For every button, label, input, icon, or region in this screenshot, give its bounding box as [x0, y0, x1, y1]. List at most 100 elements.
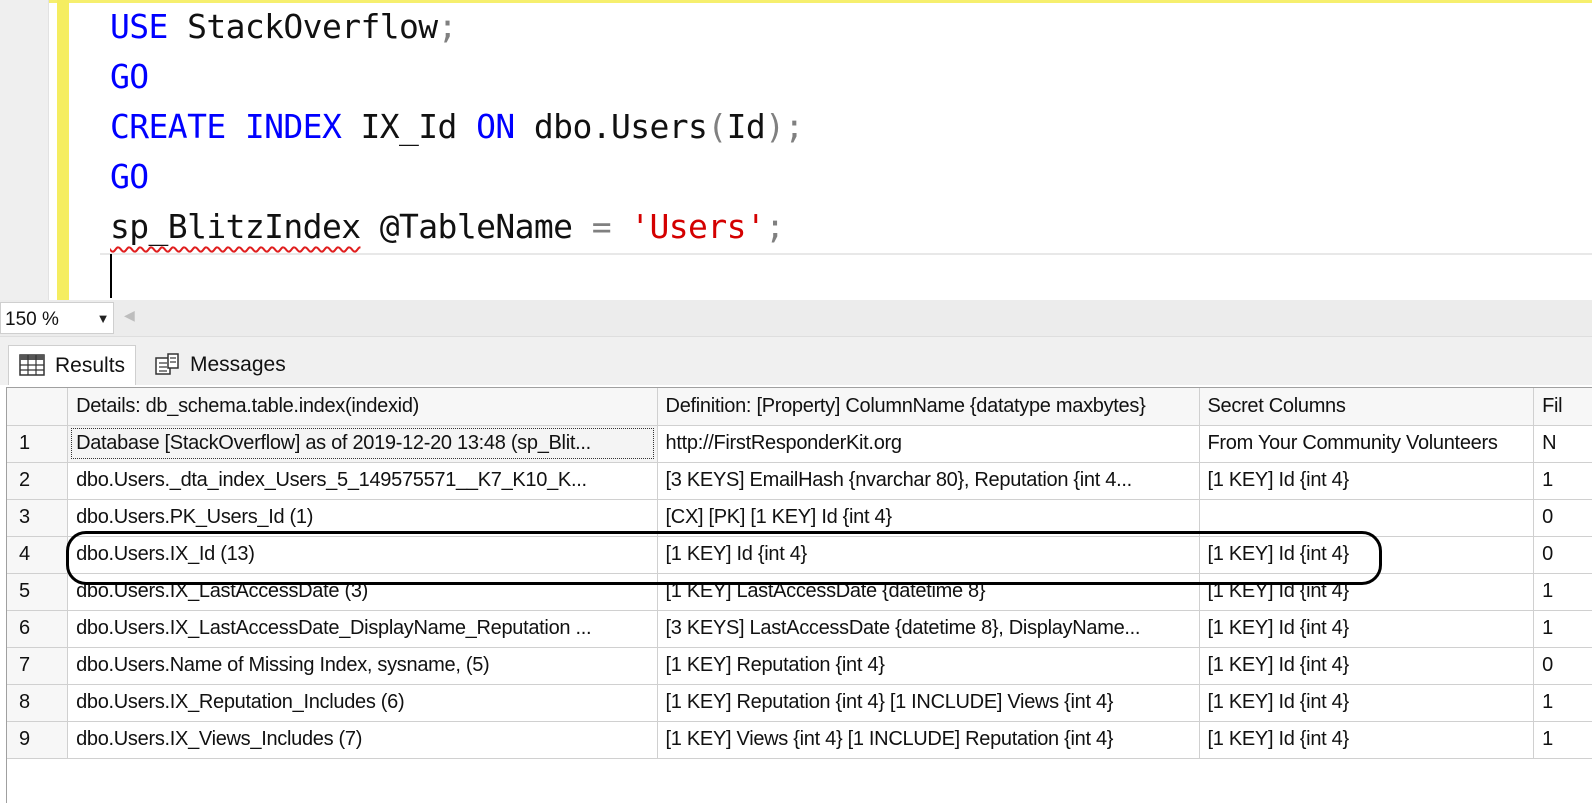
- keyword-index: INDEX: [225, 107, 342, 146]
- column-header-details[interactable]: Details: db_schema.table.index(indexid): [67, 388, 658, 426]
- query-editor[interactable]: USE StackOverflow; GO CREATE INDEX IX_Id…: [0, 0, 1592, 300]
- row-number[interactable]: 9: [7, 721, 69, 759]
- keyword-use: USE: [110, 7, 168, 46]
- cell-secret-columns[interactable]: [1 KEY] Id {int 4}: [1199, 721, 1535, 759]
- cell-definition[interactable]: [CX] [PK] [1 KEY] Id {int 4}: [657, 499, 1200, 537]
- cell-definition[interactable]: [3 KEYS] EmailHash {nvarchar 80}, Reputa…: [657, 462, 1200, 500]
- code-line-4[interactable]: GO: [110, 152, 149, 202]
- tab-results-label: Results: [55, 354, 126, 377]
- column-header-secret-columns[interactable]: Secret Columns: [1199, 388, 1535, 426]
- cell-fill-factor[interactable]: 1: [1533, 721, 1592, 759]
- code-line-5[interactable]: sp_BlitzIndex @TableName = 'Users';: [110, 202, 785, 252]
- cell-secret-columns[interactable]: [1 KEY] Id {int 4}: [1199, 536, 1535, 574]
- semicolon: ;: [765, 207, 785, 246]
- cell-details[interactable]: dbo.Users.IX_Views_Includes (7): [67, 721, 658, 759]
- code-line-2[interactable]: GO: [110, 52, 149, 102]
- cell-details[interactable]: dbo.Users.IX_Id (13): [67, 536, 658, 574]
- change-tracking-bar: [57, 0, 69, 300]
- results-tab-strip: Results Messages: [0, 337, 1592, 385]
- row-number[interactable]: 8: [7, 684, 69, 722]
- table-row[interactable]: 7 dbo.Users.Name of Missing Index, sysna…: [7, 647, 1592, 685]
- cell-definition[interactable]: [1 KEY] Views {int 4} [1 INCLUDE] Reputa…: [657, 721, 1200, 759]
- cell-fill-factor[interactable]: 0: [1533, 536, 1592, 574]
- cell-definition[interactable]: [1 KEY] Reputation {int 4} [1 INCLUDE] V…: [657, 684, 1200, 722]
- column-header-definition[interactable]: Definition: [Property] ColumnName {datat…: [657, 388, 1200, 426]
- table-row[interactable]: 5 dbo.Users.IX_LastAccessDate (3) [1 KEY…: [7, 573, 1592, 611]
- cell-details[interactable]: dbo.Users._dta_index_Users_5_149575571__…: [67, 462, 658, 500]
- table-row[interactable]: 4 dbo.Users.IX_Id (13) [1 KEY] Id {int 4…: [7, 536, 1592, 574]
- chevron-down-icon[interactable]: ▼: [93, 307, 113, 331]
- column-name: Id: [726, 107, 766, 146]
- equals-operator: =: [572, 207, 612, 246]
- table-row[interactable]: 2 dbo.Users._dta_index_Users_5_149575571…: [7, 462, 1592, 500]
- keyword-create: CREATE: [110, 107, 226, 146]
- cell-definition[interactable]: [1 KEY] Id {int 4}: [657, 536, 1200, 574]
- cell-fill-factor[interactable]: 1: [1533, 684, 1592, 722]
- code-line-1[interactable]: USE StackOverflow;: [110, 2, 457, 52]
- row-number[interactable]: 5: [7, 573, 69, 611]
- grid-icon: [19, 354, 45, 376]
- cell-definition[interactable]: http://FirstResponderKit.org: [657, 425, 1200, 463]
- keyword-go: GO: [110, 157, 149, 196]
- cell-secret-columns[interactable]: [1 KEY] Id {int 4}: [1199, 462, 1535, 500]
- row-number[interactable]: 7: [7, 647, 69, 685]
- header-row: Details: db_schema.table.index(indexid) …: [7, 388, 1592, 426]
- zoom-selector[interactable]: 150 % ▼: [0, 302, 114, 334]
- editor-gutter: [0, 0, 49, 300]
- row-number-header[interactable]: [7, 388, 69, 426]
- cell-fill-factor[interactable]: 0: [1533, 499, 1592, 537]
- cell-details[interactable]: dbo.Users.IX_LastAccessDate_DisplayName_…: [67, 610, 658, 648]
- code-line-3[interactable]: CREATE INDEX IX_Id ON dbo.Users(Id);: [110, 102, 804, 152]
- row-number[interactable]: 2: [7, 462, 69, 500]
- scroll-left-icon[interactable]: ◀: [124, 307, 135, 324]
- cell-secret-columns[interactable]: [1 KEY] Id {int 4}: [1199, 610, 1535, 648]
- column-header-fill-factor[interactable]: Fil: [1533, 388, 1592, 426]
- cell-secret-columns[interactable]: [1 KEY] Id {int 4}: [1199, 647, 1535, 685]
- row-number[interactable]: 1: [7, 425, 69, 463]
- cell-fill-factor[interactable]: 0: [1533, 647, 1592, 685]
- semicolon: ;: [437, 7, 458, 46]
- table-row[interactable]: 8 dbo.Users.IX_Reputation_Includes (6) […: [7, 684, 1592, 722]
- cell-details[interactable]: dbo.Users.IX_Reputation_Includes (6): [67, 684, 658, 722]
- results-table: Details: db_schema.table.index(indexid) …: [7, 388, 1592, 759]
- table-row[interactable]: 9 dbo.Users.IX_Views_Includes (7) [1 KEY…: [7, 721, 1592, 759]
- procedure-name: sp_BlitzIndex: [110, 207, 361, 246]
- cell-definition[interactable]: [1 KEY] Reputation {int 4}: [657, 647, 1200, 685]
- messages-icon: [155, 353, 179, 375]
- row-number[interactable]: 3: [7, 499, 69, 537]
- row-number[interactable]: 6: [7, 610, 69, 648]
- cell-fill-factor[interactable]: 1: [1533, 610, 1592, 648]
- editor-status-strip: 150 % ▼ ◀: [0, 300, 1592, 337]
- cell-details[interactable]: dbo.Users.IX_LastAccessDate (3): [67, 573, 658, 611]
- keyword-on: ON: [456, 107, 515, 146]
- cell-secret-columns[interactable]: From Your Community Volunteers: [1199, 425, 1535, 463]
- tab-messages-label: Messages: [190, 353, 286, 376]
- cell-fill-factor[interactable]: N: [1533, 425, 1592, 463]
- cell-secret-columns[interactable]: [1 KEY] Id {int 4}: [1199, 684, 1535, 722]
- cell-fill-factor[interactable]: 1: [1533, 462, 1592, 500]
- index-name: IX_Id: [341, 107, 457, 146]
- cell-definition[interactable]: [3 KEYS] LastAccessDate {datetime 8}, Di…: [657, 610, 1200, 648]
- text-caret: [110, 254, 112, 298]
- tab-results[interactable]: Results: [8, 345, 136, 385]
- row-number[interactable]: 4: [7, 536, 69, 574]
- cell-definition[interactable]: [1 KEY] LastAccessDate {datetime 8}: [657, 573, 1200, 611]
- tab-messages[interactable]: Messages: [144, 345, 294, 385]
- table-row[interactable]: 6 dbo.Users.IX_LastAccessDate_DisplayNam…: [7, 610, 1592, 648]
- keyword-go: GO: [110, 57, 149, 96]
- table-row[interactable]: 1 Database [StackOverflow] as of 2019-12…: [7, 425, 1592, 463]
- cell-secret-columns[interactable]: [1199, 499, 1535, 537]
- cell-fill-factor[interactable]: 1: [1533, 573, 1592, 611]
- string-literal: 'Users': [610, 207, 766, 246]
- cell-details[interactable]: dbo.Users.PK_Users_Id (1): [67, 499, 658, 537]
- table-row[interactable]: 3 dbo.Users.PK_Users_Id (1) [CX] [PK] [1…: [7, 499, 1592, 537]
- results-grid[interactable]: Details: db_schema.table.index(indexid) …: [6, 387, 1592, 803]
- paren-close: );: [765, 107, 804, 146]
- parameter-name: @TableName: [360, 207, 573, 246]
- cell-details[interactable]: Database [StackOverflow] as of 2019-12-2…: [67, 425, 658, 463]
- paren-open: (: [707, 107, 727, 146]
- database-name: StackOverflow: [167, 7, 438, 46]
- cell-details[interactable]: dbo.Users.Name of Missing Index, sysname…: [67, 647, 658, 685]
- cell-secret-columns[interactable]: [1 KEY] Id {int 4}: [1199, 573, 1535, 611]
- zoom-value: 150 %: [5, 309, 59, 330]
